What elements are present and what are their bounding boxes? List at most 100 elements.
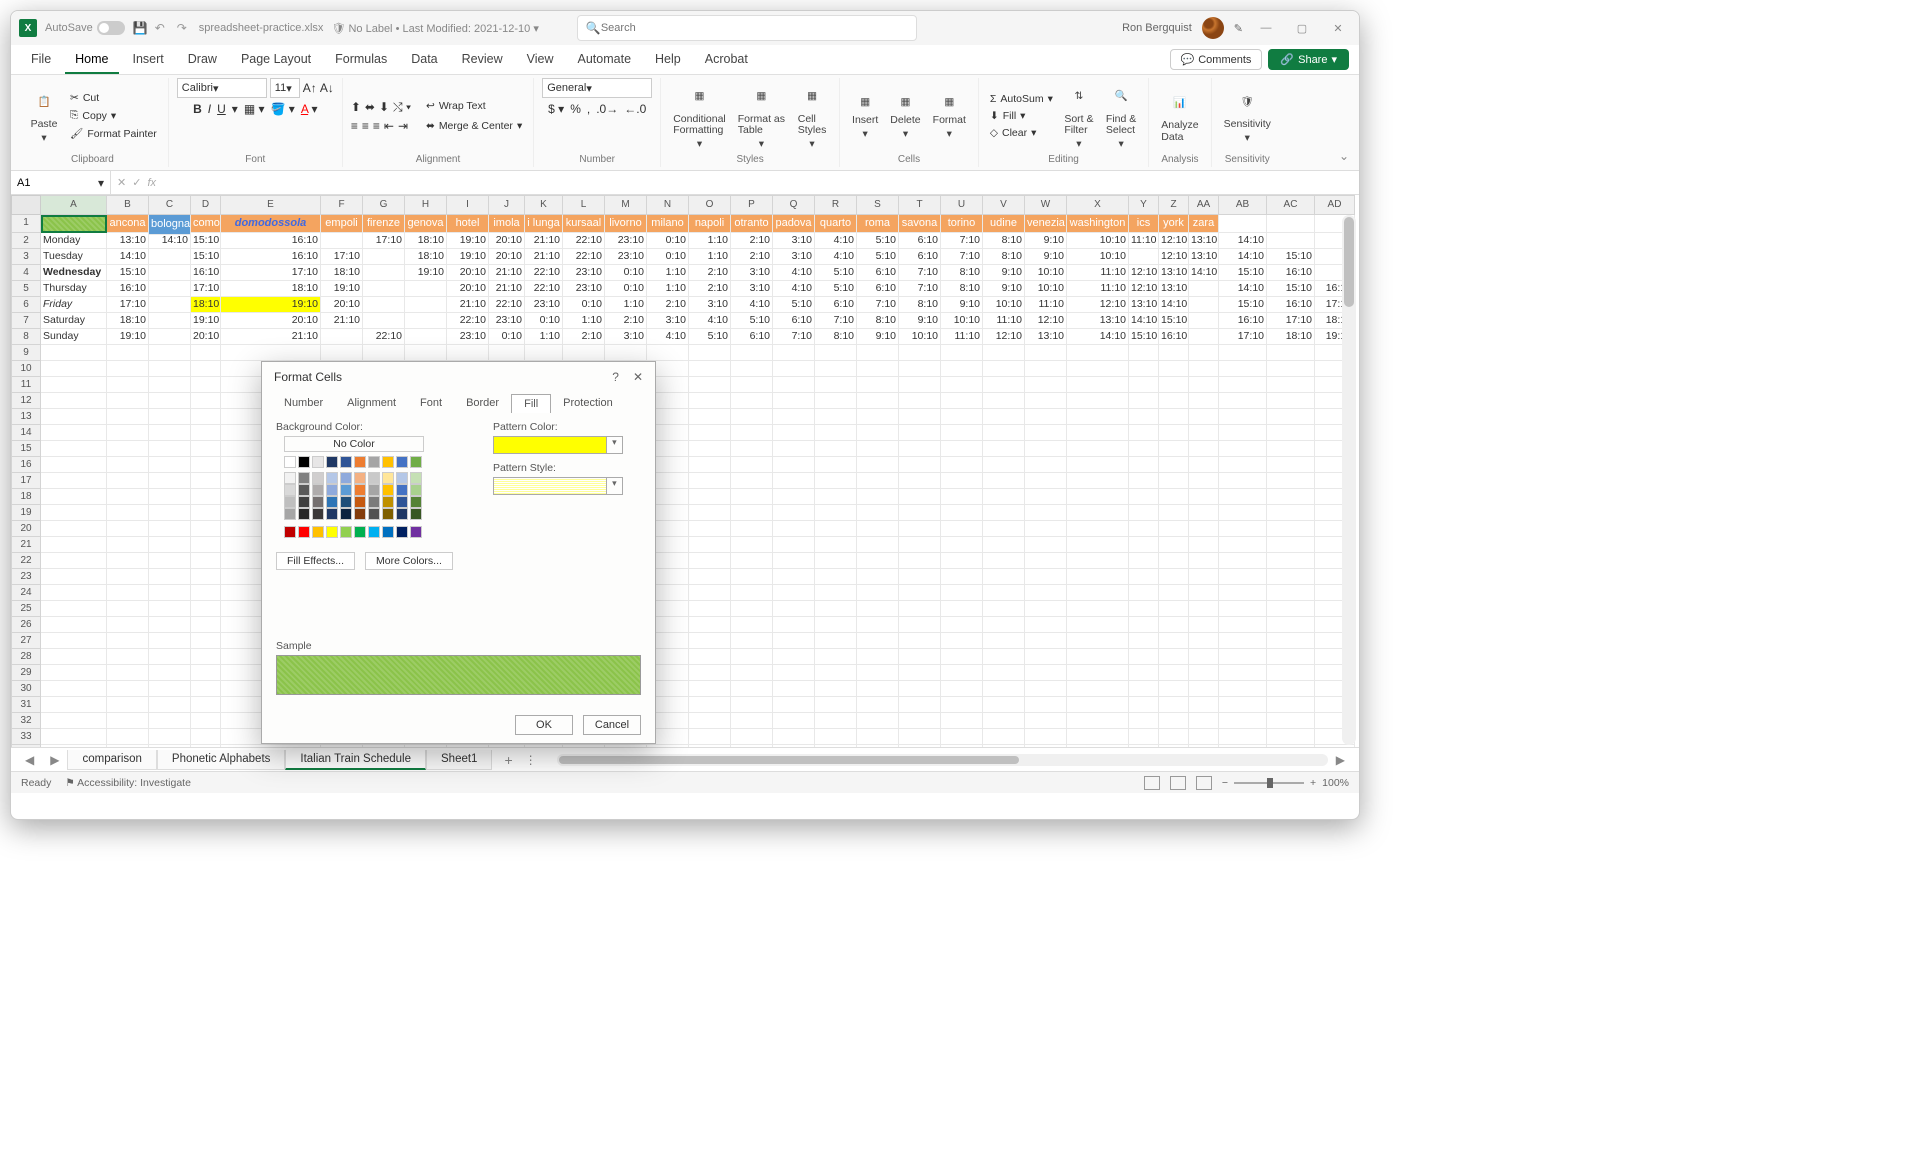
cell[interactable] xyxy=(1219,215,1267,233)
cell[interactable] xyxy=(899,681,941,697)
cell[interactable] xyxy=(1219,713,1267,729)
cell[interactable] xyxy=(1267,409,1315,425)
cell[interactable]: 15:10 xyxy=(191,249,221,265)
cell[interactable] xyxy=(689,729,731,745)
cell[interactable] xyxy=(773,617,815,633)
cell[interactable]: 0:10 xyxy=(647,249,689,265)
name-box[interactable]: ▾ xyxy=(11,171,111,194)
cell[interactable] xyxy=(983,345,1025,361)
cell[interactable] xyxy=(815,489,857,505)
cell[interactable] xyxy=(1129,681,1159,697)
cell[interactable] xyxy=(731,681,773,697)
color-swatch[interactable] xyxy=(382,456,394,468)
cell[interactable] xyxy=(1159,569,1189,585)
cell[interactable] xyxy=(191,617,221,633)
cell[interactable] xyxy=(41,345,107,361)
menu-tab-help[interactable]: Help xyxy=(645,46,691,74)
color-swatch[interactable] xyxy=(326,472,338,484)
day-cell[interactable]: Friday xyxy=(41,297,107,313)
cell[interactable]: 14:10 xyxy=(107,249,149,265)
column-header-P[interactable]: P xyxy=(731,195,773,215)
color-swatch[interactable] xyxy=(312,508,324,520)
cell[interactable] xyxy=(1067,345,1129,361)
accessibility-status[interactable]: ⚑ Accessibility: Investigate xyxy=(65,777,191,789)
cell[interactable] xyxy=(149,457,191,473)
cell[interactable] xyxy=(1219,425,1267,441)
borders-button[interactable]: ▦ ▾ xyxy=(244,102,265,116)
cell[interactable]: 11:10 xyxy=(1067,281,1129,297)
cell[interactable] xyxy=(1219,681,1267,697)
cell[interactable] xyxy=(321,345,363,361)
cell[interactable]: 14:10 xyxy=(1219,233,1267,249)
cell[interactable] xyxy=(1159,633,1189,649)
header-cell[interactable]: milano xyxy=(647,215,689,233)
cell[interactable] xyxy=(107,665,149,681)
cancel-formula-icon[interactable]: ✕ xyxy=(117,176,126,189)
cell[interactable] xyxy=(773,569,815,585)
cell[interactable] xyxy=(1129,585,1159,601)
search-input[interactable] xyxy=(601,22,908,34)
cell[interactable] xyxy=(1129,393,1159,409)
sort-filter-button[interactable]: ⇅Sort & Filter ▾ xyxy=(1060,80,1098,153)
day-cell[interactable]: Wednesday xyxy=(41,265,107,281)
header-cell[interactable]: genova xyxy=(405,215,447,233)
row-header[interactable]: 19 xyxy=(11,505,41,521)
cell[interactable] xyxy=(321,233,363,249)
cell[interactable] xyxy=(405,745,447,747)
cell[interactable]: 13:10 xyxy=(1159,265,1189,281)
dialog-tab-number[interactable]: Number xyxy=(272,394,335,413)
column-header-W[interactable]: W xyxy=(1025,195,1067,215)
cut-button[interactable]: ✂ Cut xyxy=(67,90,160,106)
cell[interactable] xyxy=(191,601,221,617)
cell[interactable] xyxy=(1267,553,1315,569)
cell[interactable] xyxy=(899,537,941,553)
cell[interactable] xyxy=(1267,569,1315,585)
cell[interactable]: 0:10 xyxy=(605,265,647,281)
column-header-T[interactable]: T xyxy=(899,195,941,215)
cell[interactable]: 22:10 xyxy=(525,281,563,297)
italic-button[interactable]: I xyxy=(208,102,211,116)
cell[interactable]: 5:10 xyxy=(857,233,899,249)
cell[interactable] xyxy=(1025,729,1067,745)
color-swatch[interactable] xyxy=(312,526,324,538)
cell[interactable] xyxy=(1267,585,1315,601)
sheet-tab[interactable]: comparison xyxy=(67,750,156,770)
cell[interactable] xyxy=(1025,505,1067,521)
align-left-icon[interactable]: ≡ xyxy=(351,119,358,133)
header-cell[interactable]: roma xyxy=(857,215,899,233)
cell[interactable] xyxy=(941,665,983,681)
cell[interactable]: 13:10 xyxy=(1129,297,1159,313)
cell[interactable] xyxy=(1067,393,1129,409)
font-name-select[interactable]: Calibri ▾ xyxy=(177,78,267,98)
cell[interactable]: 16:10 xyxy=(221,249,321,265)
cell[interactable] xyxy=(1189,585,1219,601)
cell[interactable]: 1:10 xyxy=(563,313,605,329)
cell[interactable] xyxy=(1129,537,1159,553)
color-swatch[interactable] xyxy=(382,472,394,484)
cell[interactable]: 16:10 xyxy=(107,281,149,297)
column-header-N[interactable]: N xyxy=(647,195,689,215)
sheet-tab[interactable]: Sheet1 xyxy=(426,750,492,770)
cell[interactable]: 7:10 xyxy=(899,265,941,281)
redo-icon[interactable]: ↷ xyxy=(177,21,191,35)
cell[interactable] xyxy=(899,425,941,441)
vertical-scrollbar[interactable] xyxy=(1342,215,1356,745)
cell[interactable] xyxy=(731,585,773,601)
cell[interactable] xyxy=(857,665,899,681)
cell[interactable] xyxy=(1189,393,1219,409)
cell[interactable]: 14:10 xyxy=(1219,249,1267,265)
format-cells-button[interactable]: ▦Format ▾ xyxy=(929,89,970,142)
cell[interactable] xyxy=(149,729,191,745)
cell[interactable]: 1:10 xyxy=(689,233,731,249)
menu-tab-view[interactable]: View xyxy=(517,46,564,74)
cell[interactable] xyxy=(1219,473,1267,489)
cell[interactable]: 16:10 xyxy=(221,233,321,249)
cell[interactable]: 10:10 xyxy=(899,329,941,345)
cell[interactable] xyxy=(773,505,815,521)
cell[interactable] xyxy=(815,713,857,729)
cell[interactable] xyxy=(689,345,731,361)
minimize-button[interactable]: — xyxy=(1253,15,1279,41)
cell[interactable] xyxy=(689,537,731,553)
cell[interactable]: 3:10 xyxy=(605,329,647,345)
cell[interactable]: 4:10 xyxy=(815,233,857,249)
